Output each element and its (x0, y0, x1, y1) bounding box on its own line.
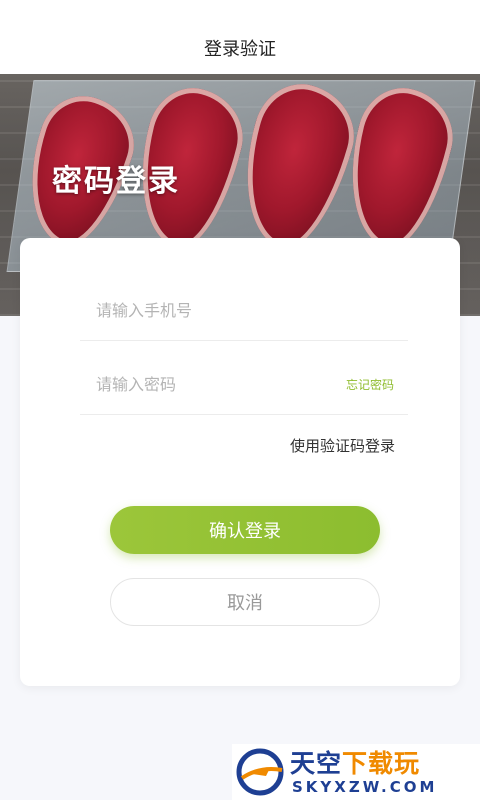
password-input[interactable] (80, 364, 316, 404)
watermark-text-en: SKYXZW.COM (292, 778, 438, 796)
page-title: 登录验证 (204, 39, 276, 60)
nav-bar: 登录验证 (0, 0, 480, 74)
hero-title: 密码登录 (52, 164, 180, 199)
sms-login-link[interactable]: 使用验证码登录 (290, 435, 395, 456)
cancel-button[interactable]: 取消 (110, 578, 380, 626)
phone-field (80, 290, 408, 341)
watermark-text-main: 天空 (290, 749, 343, 778)
phone-input[interactable] (80, 290, 316, 330)
login-card: 忘记密码 使用验证码登录 确认登录 取消 (20, 238, 460, 686)
watermark-text-accent: 下载玩 (342, 749, 421, 778)
watermark: 天空下载玩 SKYXZW.COM (232, 744, 480, 800)
watermark-logo-icon (236, 748, 284, 796)
confirm-login-button[interactable]: 确认登录 (110, 506, 380, 554)
forgot-password-link[interactable]: 忘记密码 (346, 376, 394, 393)
watermark-text-cn: 天空下载玩 (290, 744, 420, 780)
password-field: 忘记密码 (80, 364, 408, 415)
